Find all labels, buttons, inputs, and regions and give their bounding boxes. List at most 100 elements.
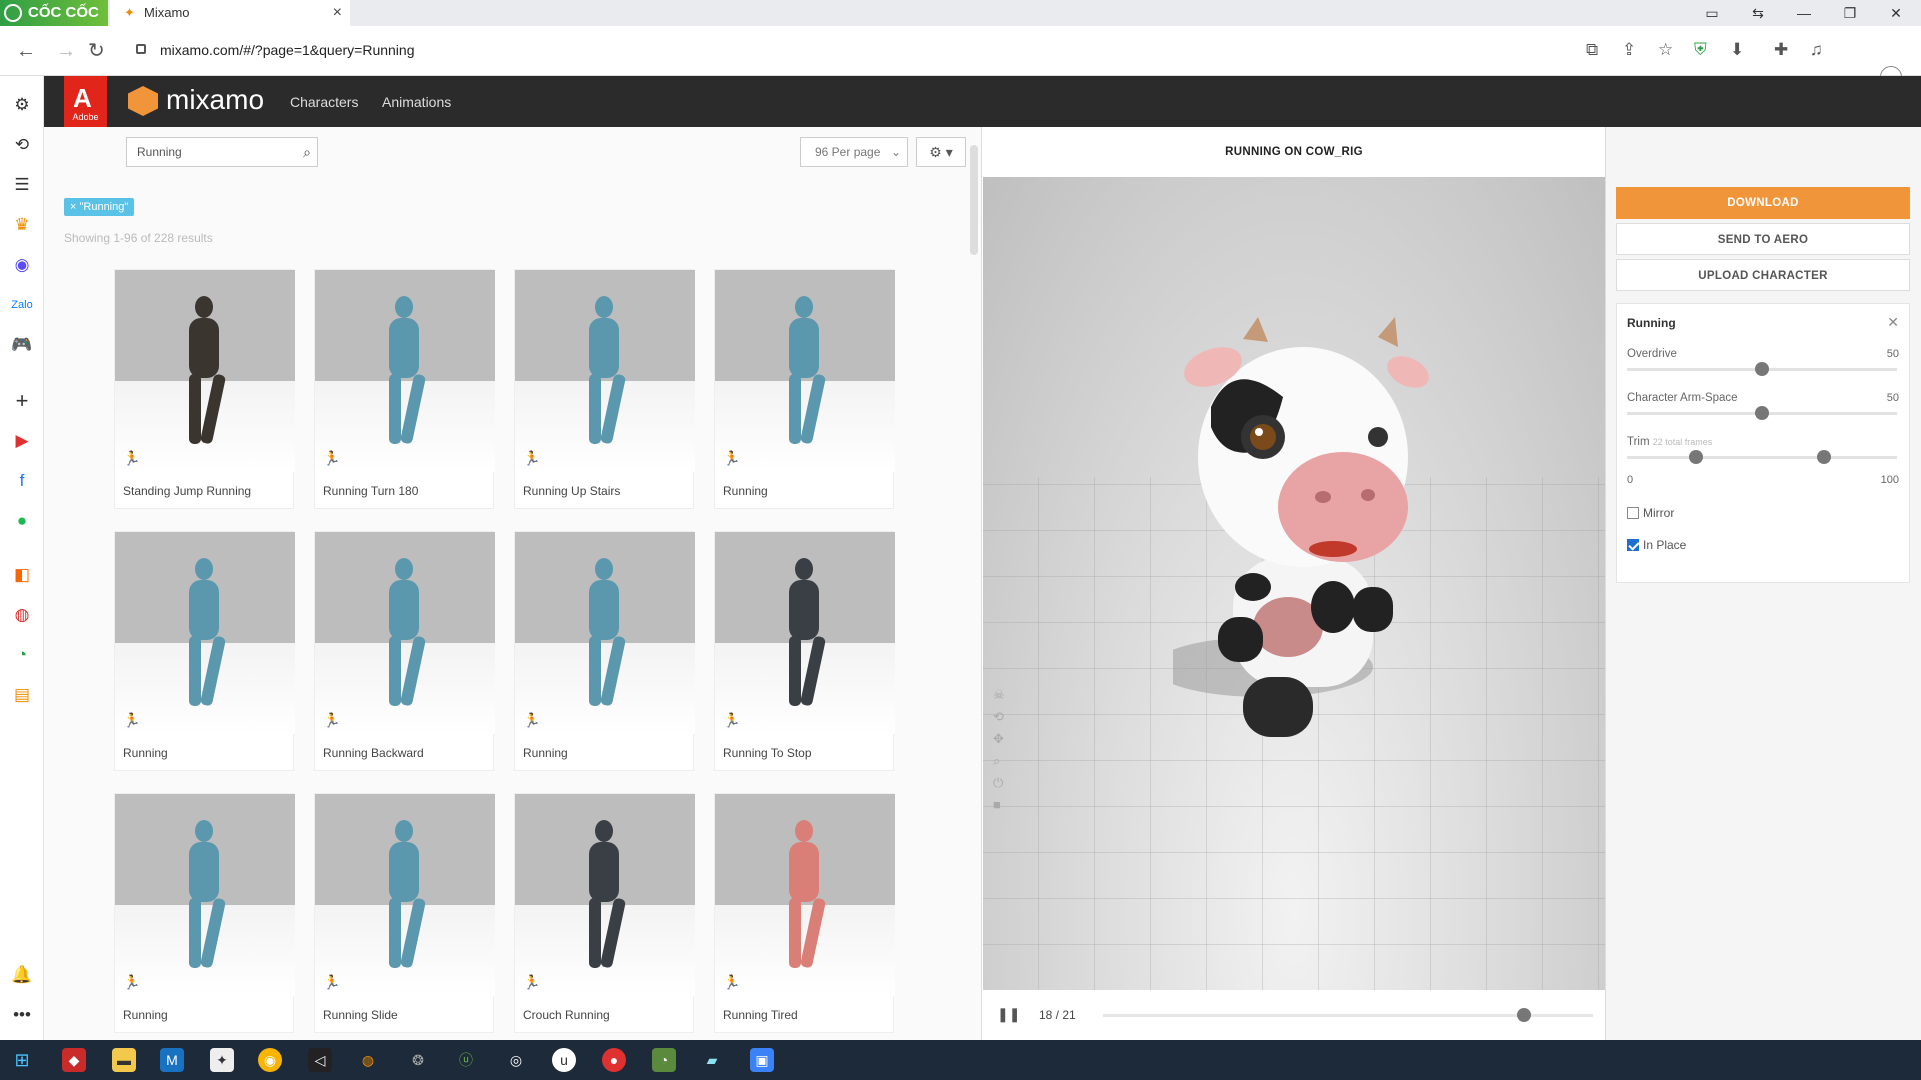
skeleton-icon[interactable]: ☠ <box>993 687 1005 703</box>
restore-button[interactable]: ❐ <box>1830 0 1870 26</box>
app-fish-icon[interactable]: ❂ <box>406 1048 430 1072</box>
nav-animations[interactable]: Animations <box>382 94 451 110</box>
shopee-icon[interactable]: ◧ <box>11 564 33 586</box>
forward-icon[interactable]: → <box>56 38 76 64</box>
search-icon[interactable]: ⌕ <box>303 138 311 166</box>
coccoc-taskbar-icon[interactable]: ◔ <box>652 1048 676 1072</box>
animation-card[interactable]: 🏃 Running Up Stairs <box>514 269 695 509</box>
mixamo-logo-icon[interactable] <box>128 86 158 116</box>
spotify-icon[interactable]: ● <box>11 510 33 532</box>
zalo-icon[interactable]: Zalo <box>11 294 33 316</box>
extension-shield-icon[interactable]: ⛨ <box>1694 40 1707 60</box>
tab-search-icon[interactable]: ▭ <box>1692 0 1732 26</box>
download-icon[interactable]: ⬇ <box>1730 40 1744 60</box>
browser-tab[interactable]: ✦ Mixamo × <box>110 0 350 26</box>
animation-card[interactable]: 🏃 Running <box>114 793 295 1033</box>
close-tab-icon[interactable]: × <box>333 0 342 26</box>
close-window-button[interactable]: ✕ <box>1876 0 1916 26</box>
bookmark-star-icon[interactable]: ☆ <box>1658 40 1673 60</box>
browser-logo[interactable]: CỐC CỐC <box>0 0 108 26</box>
app-badge-icon[interactable]: ● <box>602 1048 626 1072</box>
minimize-button[interactable]: — <box>1784 0 1824 26</box>
in-place-box[interactable] <box>1627 539 1639 551</box>
share-icon[interactable]: ⇪ <box>1622 40 1636 60</box>
extensions-puzzle-icon[interactable]: ✚ <box>1774 40 1788 60</box>
reload-icon[interactable]: ↻ <box>88 38 105 64</box>
animation-card[interactable]: 🏃 Running <box>714 269 895 509</box>
add-icon[interactable]: + <box>11 390 33 412</box>
character-figure <box>381 558 427 708</box>
animation-card[interactable]: 🏃 Running Turn 180 <box>314 269 495 509</box>
trim-slider[interactable] <box>1627 456 1897 459</box>
github-icon[interactable]: ◎ <box>504 1048 528 1072</box>
history-icon[interactable]: ⟲ <box>11 134 33 156</box>
search-input[interactable]: Running ⌕ <box>126 137 318 167</box>
close-icon[interactable]: ✕ <box>1887 314 1899 331</box>
animation-card[interactable]: 🏃 Running To Stop <box>714 531 895 771</box>
animation-card[interactable]: 🏃 Crouch Running <box>514 793 695 1033</box>
translate-icon[interactable]: ⧉ <box>1586 40 1598 60</box>
app-name[interactable]: mixamo <box>166 84 264 116</box>
animation-card[interactable]: 🏃 Running <box>114 531 295 771</box>
back-icon[interactable]: ← <box>16 38 36 64</box>
file-explorer-icon[interactable]: ▬ <box>112 1048 136 1072</box>
rotate-icon[interactable]: ⟲ <box>993 709 1004 725</box>
mirror-box[interactable] <box>1627 507 1639 519</box>
media-list-icon[interactable]: ♫ <box>1810 40 1823 60</box>
app-u-icon[interactable]: u <box>552 1048 576 1072</box>
pan-icon[interactable]: ✥ <box>993 731 1004 747</box>
per-page-select[interactable]: 96 Per page ⌄ <box>800 137 908 167</box>
messenger-icon[interactable]: ◉ <box>11 254 33 276</box>
app-m-icon[interactable]: M <box>160 1048 184 1072</box>
back-forward-icon[interactable]: ⇆ <box>1738 0 1778 26</box>
3d-viewport[interactable]: ☠ ⟲ ✥ ⌕ ⏻ ■ <box>983 177 1605 990</box>
zoom-icon[interactable]: ⌕ <box>993 753 1000 769</box>
reading-list-icon[interactable]: ☰ <box>11 174 33 196</box>
animation-card[interactable]: 🏃 Running Slide <box>314 793 495 1033</box>
upload-character-button[interactable]: UPLOAD CHARACTER <box>1616 259 1910 291</box>
filter-chip[interactable]: × "Running" <box>64 198 135 216</box>
game-controller-icon[interactable]: 🎮 <box>11 334 33 356</box>
unity-icon[interactable]: ◁ <box>308 1048 332 1072</box>
scrollbar[interactable] <box>970 145 978 255</box>
nav-characters[interactable]: Characters <box>290 94 358 110</box>
app-figure-icon[interactable]: ✦ <box>210 1048 234 1072</box>
power-icon[interactable]: ⏻ <box>993 775 1003 791</box>
upwork-icon[interactable]: ⓤ <box>454 1048 478 1072</box>
shopping-icon[interactable]: ▤ <box>11 684 33 706</box>
windows-start-icon[interactable]: ⊞ <box>10 1048 34 1072</box>
animation-card[interactable]: 🏃 Running <box>514 531 695 771</box>
chrome-icon[interactable]: ◉ <box>258 1048 282 1072</box>
pause-icon[interactable]: ❚❚ <box>997 1006 1020 1023</box>
arm-space-knob[interactable] <box>1755 406 1769 420</box>
animation-card[interactable]: 🏃 Running Backward <box>314 531 495 771</box>
app-red-icon[interactable]: ◆ <box>62 1048 86 1072</box>
overdrive-knob[interactable] <box>1755 362 1769 376</box>
timeline-scrubber[interactable] <box>1517 1008 1532 1022</box>
trim-end-knob[interactable] <box>1817 450 1831 464</box>
youtube-icon[interactable]: ▶ <box>11 430 33 452</box>
send-to-aero-button[interactable]: SEND TO AERO <box>1616 223 1910 255</box>
camera-icon[interactable]: ■ <box>993 797 1001 812</box>
url-field[interactable]: mixamo.com/#/?page=1&query=Running <box>160 42 415 58</box>
facebook-icon[interactable]: f <box>11 470 33 492</box>
photos-icon[interactable]: ▣ <box>750 1048 774 1072</box>
trim-start-knob[interactable] <box>1689 450 1703 464</box>
mirror-checkbox[interactable]: Mirror <box>1627 506 1674 520</box>
in-place-checkbox[interactable]: In Place <box>1627 538 1686 552</box>
view-settings-button[interactable]: ⚙ ▾ <box>916 137 966 167</box>
animation-card[interactable]: 🏃 Running Tired <box>714 793 895 1033</box>
download-button[interactable]: DOWNLOAD <box>1616 187 1910 219</box>
crown-icon[interactable]: ♛ <box>11 214 33 236</box>
app-paper-icon[interactable]: ▰ <box>700 1048 724 1072</box>
figure-leg <box>399 635 427 707</box>
news-icon[interactable]: ◍ <box>11 604 33 626</box>
settings-gear-icon[interactable]: ⚙ <box>11 94 33 116</box>
animation-thumbnail: 🏃 <box>315 270 495 472</box>
more-options-icon[interactable]: ••• <box>11 1004 33 1026</box>
coccoc-games-icon[interactable]: ◔ <box>11 644 33 666</box>
blender-icon[interactable]: ◍ <box>356 1048 380 1072</box>
figure-leg <box>199 635 227 707</box>
animation-card[interactable]: 🏃 Standing Jump Running <box>114 269 295 509</box>
notification-bell-icon[interactable]: 🔔 <box>11 964 33 986</box>
